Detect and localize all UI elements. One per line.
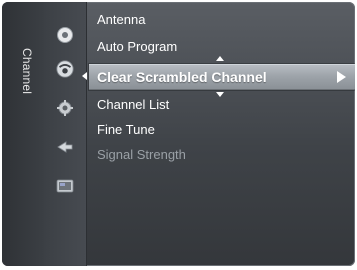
- setup-icon[interactable]: [55, 98, 75, 118]
- menu-item-auto-program[interactable]: Auto Program: [97, 39, 177, 54]
- menu-item-signal-strength: Signal Strength: [97, 147, 186, 162]
- chevron-right-icon: [337, 71, 346, 83]
- menu-item-antenna[interactable]: Antenna: [97, 12, 145, 27]
- tv-osd-frame: Channel Antenna Auto Program Clear Scram…: [0, 0, 357, 270]
- scroll-down-icon: [216, 92, 224, 97]
- input-icon[interactable]: [55, 137, 75, 157]
- side-tab: Channel: [2, 2, 44, 266]
- scroll-up-icon: [216, 56, 224, 61]
- channel-menu-list: Antenna Auto Program Clear Scrambled Cha…: [87, 2, 355, 266]
- side-tab-label: Channel: [20, 48, 34, 95]
- channel-icon[interactable]: [55, 59, 75, 79]
- application-icon[interactable]: [55, 176, 75, 196]
- menu-item-fine-tune[interactable]: Fine Tune: [97, 122, 155, 137]
- menu-item-label: Clear Scrambled Channel: [97, 69, 267, 85]
- channel-menu-panel: Channel Antenna Auto Program Clear Scram…: [2, 2, 355, 266]
- antenna-icon[interactable]: [55, 25, 75, 45]
- menu-item-channel-list[interactable]: Channel List: [97, 97, 169, 112]
- menu-item-clear-scrambled-channel[interactable]: Clear Scrambled Channel: [89, 64, 355, 90]
- category-icon-column: [44, 2, 87, 266]
